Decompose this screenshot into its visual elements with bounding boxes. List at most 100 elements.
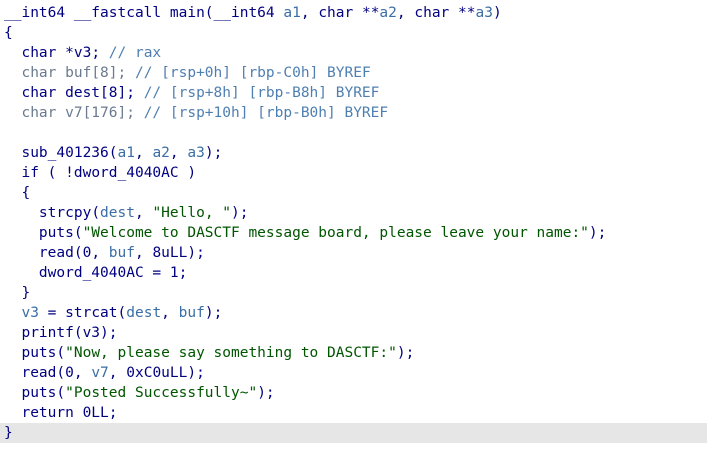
code-token: v7	[65, 105, 83, 121]
code-token: ;	[108, 405, 118, 421]
code-token: );	[187, 245, 205, 261]
code-token: strcpy	[4, 205, 92, 221]
pseudocode-viewer[interactable]: __int64 __fastcall main(__int64 a1, char…	[0, 0, 707, 459]
code-line[interactable]: }	[0, 283, 707, 303]
code-line[interactable]: read(0, v7, 0xC0uLL);	[0, 363, 707, 383]
code-token: a3	[187, 145, 205, 161]
code-line[interactable]	[0, 123, 707, 143]
code-token: dest	[65, 85, 101, 101]
code-token: "Hello, "	[152, 205, 232, 221]
code-token: ,	[161, 305, 179, 321]
code-token: ,	[91, 245, 109, 261]
code-token: );	[257, 385, 275, 401]
code-token: ,	[134, 145, 153, 161]
code-line[interactable]: char dest[8]; // [rsp+8h] [rbp-B8h] BYRE…	[0, 83, 707, 103]
code-token: );	[588, 225, 607, 241]
code-token: // [rsp+0h] [rbp-C0h] BYREF	[134, 65, 371, 81]
code-token: buf	[178, 305, 205, 321]
code-token: );	[100, 325, 118, 341]
code-token: (	[204, 5, 214, 21]
code-token: return	[4, 405, 83, 421]
code-token: ;	[178, 265, 188, 281]
code-token: (	[56, 385, 66, 401]
code-token: (	[117, 305, 127, 321]
code-token: // [rsp+8h] [rbp-B8h] BYREF	[143, 85, 380, 101]
code-token: );	[204, 145, 223, 161]
code-line[interactable]: strcpy(dest, "Hello, ");	[0, 203, 707, 223]
code-token: sub_401236	[4, 145, 109, 161]
code-token: puts	[4, 225, 74, 241]
code-token: read	[4, 245, 74, 261]
code-token: 0xC0uLL	[126, 365, 188, 381]
code-line[interactable]: read(0, buf, 8uLL);	[0, 243, 707, 263]
code-token: a3	[475, 5, 493, 21]
code-line[interactable]: v3 = strcat(dest, buf);	[0, 303, 707, 323]
code-token: )	[492, 5, 502, 21]
code-line[interactable]: dword_4040AC = 1;	[0, 263, 707, 283]
code-token: ,	[108, 365, 127, 381]
code-token: ,	[169, 145, 188, 161]
code-line[interactable]: __int64 __fastcall main(__int64 a1, char…	[0, 3, 707, 23]
code-token: if	[4, 165, 48, 181]
code-token: ,	[300, 5, 319, 21]
code-line[interactable]: return 0LL;	[0, 403, 707, 423]
code-token: 0LL	[82, 405, 109, 421]
code-token: );	[204, 305, 223, 321]
code-line[interactable]: char v7[176]; // [rsp+10h] [rbp-B0h] BYR…	[0, 103, 707, 123]
code-token: (	[73, 325, 83, 341]
code-line[interactable]: puts("Welcome to DASCTF message board, p…	[0, 223, 707, 243]
code-line[interactable]: {	[0, 23, 707, 43]
code-line[interactable]: sub_401236(a1, a2, a3);	[0, 143, 707, 163]
code-line[interactable]: char *v3; // rax	[0, 43, 707, 63]
code-token: )	[178, 165, 197, 181]
code-token: (	[73, 245, 83, 261]
code-token: [8];	[100, 85, 144, 101]
code-line[interactable]: if ( !dword_4040AC )	[0, 163, 707, 183]
code-token: =	[38, 305, 66, 321]
code-token: ,	[396, 5, 415, 21]
code-token: (	[56, 365, 66, 381]
code-token: );	[396, 345, 415, 361]
code-token: read	[4, 365, 57, 381]
code-token: 8uLL	[152, 245, 188, 261]
code-token: strcat	[65, 305, 118, 321]
code-line[interactable]: }	[0, 423, 707, 443]
code-token: char **	[414, 5, 476, 21]
code-token: (	[91, 205, 101, 221]
code-token: "Welcome to DASCTF message board, please…	[82, 225, 589, 241]
code-token: a1	[283, 5, 301, 21]
code-token: puts	[4, 385, 57, 401]
code-token: char	[4, 105, 66, 121]
code-line[interactable]: puts("Posted Successfully~");	[0, 383, 707, 403]
code-token: v7	[91, 365, 109, 381]
code-token: main	[169, 5, 205, 21]
code-token: char	[4, 85, 66, 101]
code-token: // [rsp+10h] [rbp-B0h] BYREF	[143, 105, 389, 121]
code-line[interactable]: printf(v3);	[0, 323, 707, 343]
code-token: char	[4, 65, 66, 81]
code-token: puts	[4, 345, 57, 361]
code-token: a2	[379, 5, 397, 21]
code-token: __int64	[213, 5, 284, 21]
code-token: dword_4040AC	[4, 265, 144, 281]
code-line[interactable]: puts("Now, please say something to DASCT…	[0, 343, 707, 363]
code-token: char **	[318, 5, 380, 21]
code-token: v3	[73, 45, 92, 61]
code-token: buf	[108, 245, 135, 261]
code-token: (	[56, 345, 66, 361]
code-line[interactable]: {	[0, 183, 707, 203]
code-token: __int64 __fastcall	[4, 5, 170, 21]
code-token: ,	[134, 205, 153, 221]
code-line[interactable]: char buf[8]; // [rsp+0h] [rbp-C0h] BYREF	[0, 63, 707, 83]
code-token: char *	[4, 45, 74, 61]
code-token: {	[4, 25, 13, 41]
code-token: "Posted Successfully~"	[65, 385, 258, 401]
code-token: printf	[4, 325, 74, 341]
code-token: dest	[100, 205, 135, 221]
code-token: 0	[82, 245, 92, 261]
code-token: buf	[65, 65, 92, 81]
code-token: v3	[82, 325, 101, 341]
code-token: (	[73, 225, 83, 241]
code-token: );	[231, 205, 249, 221]
code-token: a1	[117, 145, 135, 161]
